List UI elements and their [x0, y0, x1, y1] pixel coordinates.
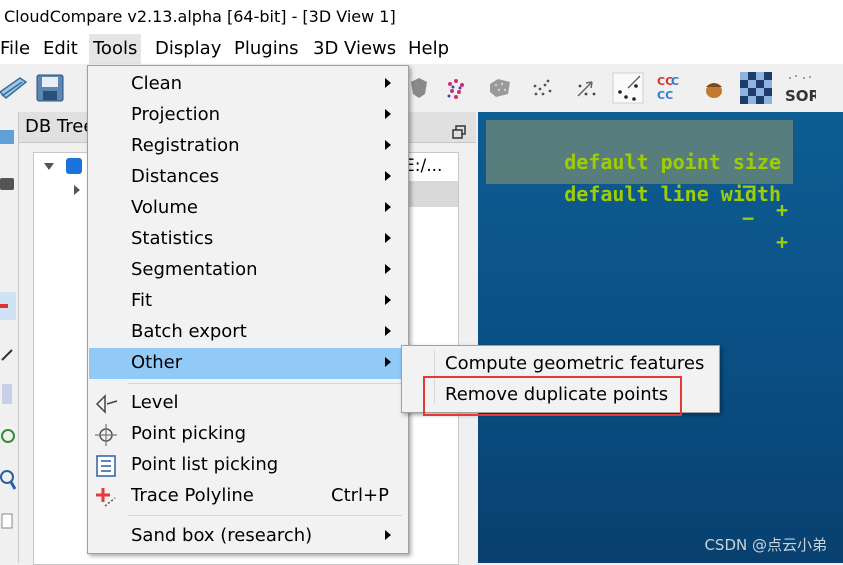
- menu-item-label: Fit: [131, 290, 153, 311]
- submenu-arrow-icon: [385, 530, 391, 540]
- rotate-icon[interactable]: [0, 424, 16, 452]
- menu-item-trace-polyline[interactable]: Trace Polyline Ctrl+P: [89, 481, 407, 512]
- display-icon[interactable]: [0, 126, 16, 154]
- point-icon[interactable]: [0, 292, 16, 320]
- tools-menu: Clean Projection Registration Distances …: [87, 65, 409, 554]
- ccc-icon[interactable]: CC C CC: [654, 72, 686, 104]
- camera-icon[interactable]: [0, 172, 16, 200]
- menu-item-label: Statistics: [131, 228, 214, 249]
- float-panel-icon[interactable]: [452, 119, 466, 139]
- submenu-arrow-icon: [385, 233, 391, 243]
- expand-arrow-icon[interactable]: [44, 163, 54, 170]
- submenu-arrow-icon: [385, 357, 391, 367]
- menu-item-fit[interactable]: Fit: [89, 286, 407, 317]
- db-tree-title: DB Tree: [25, 116, 95, 137]
- menu-item-label: Point list picking: [131, 454, 279, 475]
- menu-display[interactable]: Display: [151, 34, 225, 64]
- menu-item-label: Registration: [131, 135, 240, 156]
- db-tree-item-path[interactable]: E:/...: [404, 156, 442, 176]
- ccc-label: CC: [657, 89, 673, 102]
- menu-separator: [128, 515, 402, 516]
- collapse-arrow-icon[interactable]: [74, 185, 80, 195]
- menu-item-label: Projection: [131, 104, 221, 125]
- submenu-item-compute-geometric-features[interactable]: Compute geometric features: [403, 348, 718, 379]
- page-icon[interactable]: [0, 510, 16, 538]
- level-icon: [93, 391, 119, 417]
- menu-item-segmentation[interactable]: Segmentation: [89, 255, 407, 286]
- menu-item-batch-export[interactable]: Batch export: [89, 317, 407, 348]
- scatter-points-icon[interactable]: [526, 72, 558, 104]
- menu-item-label: Batch export: [131, 321, 247, 342]
- submenu-arrow-icon: [385, 109, 391, 119]
- list-icon: [93, 453, 119, 479]
- watermark: CSDN @点云小弟: [704, 536, 827, 554]
- gray-cloud-icon[interactable]: [484, 72, 516, 104]
- cube-icon[interactable]: [0, 382, 16, 410]
- menu-edit[interactable]: Edit: [39, 34, 82, 64]
- menu-3d-views[interactable]: 3D Views: [309, 34, 400, 64]
- acorn-icon[interactable]: [698, 72, 730, 104]
- menu-separator: [128, 383, 402, 384]
- display-settings-overlay: default point size − + default line widt…: [486, 120, 793, 254]
- menu-help[interactable]: Help: [404, 34, 453, 64]
- checkerboard-icon[interactable]: [740, 72, 772, 104]
- shortcut-label: Ctrl+P: [331, 485, 389, 506]
- menu-item-label: Distances: [131, 166, 220, 187]
- menu-item-label: Other: [131, 352, 183, 373]
- menu-item-point-picking[interactable]: Point picking: [89, 419, 407, 450]
- color-points-icon[interactable]: [440, 72, 472, 104]
- title-bar: CloudCompare v2.13.alpha [64-bit] - [3D …: [0, 0, 843, 34]
- arrow-points-icon[interactable]: [570, 72, 602, 104]
- menu-bar: File Edit Tools Display Plugins 3D Views…: [0, 34, 843, 64]
- sparse-points-icon[interactable]: [612, 72, 644, 104]
- line-width-plus[interactable]: +: [776, 230, 788, 254]
- submenu-arrow-icon: [385, 295, 391, 305]
- menu-file[interactable]: File: [0, 34, 34, 64]
- left-toolbar: [0, 112, 19, 563]
- menu-tools[interactable]: Tools: [89, 34, 142, 64]
- menu-item-level[interactable]: Level: [89, 388, 407, 419]
- open-icon[interactable]: [0, 72, 30, 104]
- trace-polyline-icon: [93, 484, 119, 510]
- sor-label: SOR: [785, 87, 816, 104]
- menu-item-label: Segmentation: [131, 259, 258, 280]
- menu-item-registration[interactable]: Registration: [89, 131, 407, 162]
- submenu-arrow-icon: [385, 140, 391, 150]
- menu-item-other[interactable]: Other: [89, 348, 407, 379]
- point-picking-icon: [93, 422, 119, 448]
- submenu-arrow-icon: [385, 78, 391, 88]
- submenu-item-label: Compute geometric features: [445, 353, 705, 374]
- svg-text:C: C: [671, 75, 679, 88]
- sor-icon[interactable]: SOR: [784, 72, 821, 105]
- menu-item-label: Trace Polyline: [131, 485, 254, 506]
- menu-item-distances[interactable]: Distances: [89, 162, 407, 193]
- menu-item-label: Level: [131, 392, 179, 413]
- menu-item-clean[interactable]: Clean: [89, 69, 407, 100]
- zoom-icon[interactable]: [0, 467, 17, 495]
- arrow-icon[interactable]: [0, 342, 16, 370]
- menu-item-label: Clean: [131, 73, 183, 94]
- submenu-arrow-icon: [385, 171, 391, 181]
- menu-item-label: Point picking: [131, 423, 246, 444]
- line-width-label: default line width: [564, 182, 781, 206]
- menu-item-projection[interactable]: Projection: [89, 100, 407, 131]
- line-width-minus[interactable]: −: [742, 206, 754, 230]
- menu-plugins[interactable]: Plugins: [230, 34, 302, 64]
- 3d-view[interactable]: default point size − + default line widt…: [478, 112, 843, 563]
- checkbox-icon[interactable]: [66, 158, 82, 174]
- menu-item-point-list-picking[interactable]: Point list picking: [89, 450, 407, 481]
- menu-item-sandbox[interactable]: Sand box (research): [89, 521, 407, 552]
- submenu-arrow-icon: [385, 264, 391, 274]
- menu-item-label: Volume: [131, 197, 198, 218]
- menu-item-label: Sand box (research): [131, 525, 313, 546]
- annotation-highlight-box: [423, 376, 682, 416]
- window-title: CloudCompare v2.13.alpha [64-bit] - [3D …: [4, 7, 396, 26]
- menu-item-volume[interactable]: Volume: [89, 193, 407, 224]
- submenu-arrow-icon: [385, 202, 391, 212]
- submenu-arrow-icon: [385, 326, 391, 336]
- menu-item-statistics[interactable]: Statistics: [89, 224, 407, 255]
- save-icon[interactable]: [35, 72, 67, 104]
